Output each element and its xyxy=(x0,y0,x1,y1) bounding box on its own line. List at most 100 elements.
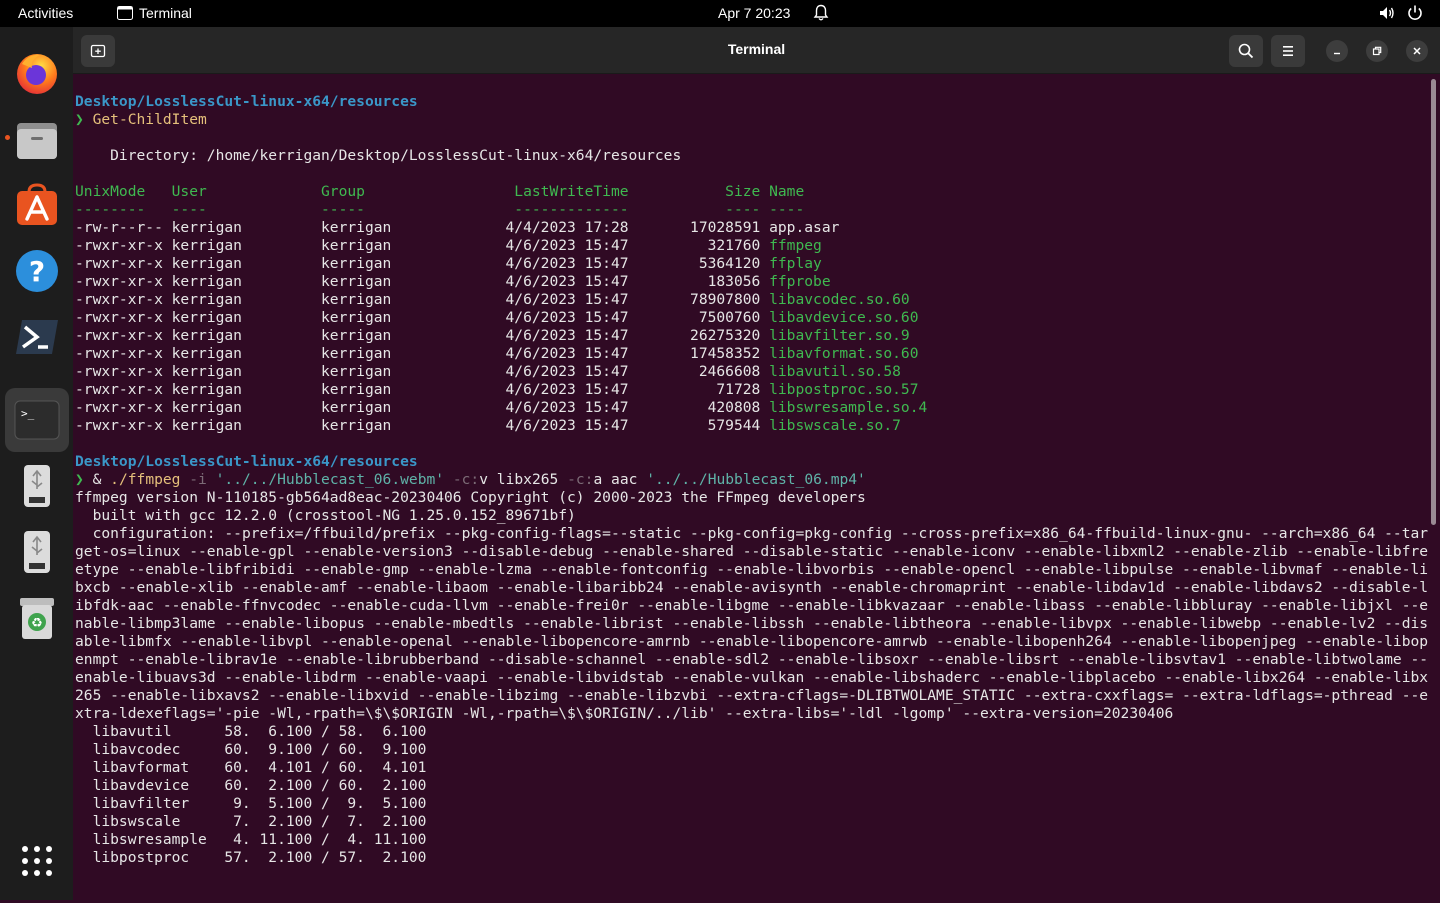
library-version-line: libswscale 7. 2.100 / 7. 2.100 xyxy=(75,813,427,830)
library-version-line: libavutil 58. 6.100 / 58. 6.100 xyxy=(75,723,427,740)
library-version-line: libavfilter 9. 5.100 / 9. 5.100 xyxy=(75,795,427,812)
file-row: -rwxr-xr-x kerrigan kerrigan 4/6/2023 15… xyxy=(75,255,1430,273)
app-menu-label: Terminal xyxy=(139,5,192,21)
file-name: ffmpeg xyxy=(769,237,822,254)
file-name: libavfilter.so.9 xyxy=(769,327,910,344)
file-row: -rwxr-xr-x kerrigan kerrigan 4/6/2023 15… xyxy=(75,291,1430,309)
file-meta: -rwxr-xr-x kerrigan kerrigan 4/6/2023 15… xyxy=(75,327,770,344)
file-name: app.asar xyxy=(769,219,840,236)
scrollbar[interactable] xyxy=(1431,79,1436,525)
terminal-app-icon xyxy=(117,6,133,20)
file-name: libswscale.so.7 xyxy=(769,417,901,434)
usb-drive-icon[interactable] xyxy=(5,454,69,518)
file-meta: -rwxr-xr-x kerrigan kerrigan 4/6/2023 15… xyxy=(75,363,770,380)
file-name: ffprobe xyxy=(769,273,831,290)
directory-line: Directory: /home/kerrigan/Desktop/Lossle… xyxy=(75,147,682,164)
file-row: -rwxr-xr-x kerrigan kerrigan 4/6/2023 15… xyxy=(75,309,1430,327)
powershell-icon[interactable] xyxy=(5,305,69,369)
dock: ? >_ ♻ xyxy=(0,27,73,900)
file-meta: -rwxr-xr-x kerrigan kerrigan 4/6/2023 15… xyxy=(75,273,770,290)
terminal-output[interactable]: Desktop/LosslessCut-linux-x64/resources … xyxy=(75,93,1430,903)
file-meta: -rwxr-xr-x kerrigan kerrigan 4/6/2023 15… xyxy=(75,417,770,434)
file-row: -rwxr-xr-x kerrigan kerrigan 4/6/2023 15… xyxy=(75,327,1430,345)
cmd-flag-i: -i xyxy=(180,471,216,488)
file-row: -rwxr-xr-x kerrigan kerrigan 4/6/2023 15… xyxy=(75,417,1430,435)
file-meta: -rw-r--r-- kerrigan kerrigan 4/4/2023 17… xyxy=(75,219,770,236)
library-version-line: libavdevice 60. 2.100 / 60. 2.100 xyxy=(75,777,427,794)
power-icon[interactable] xyxy=(1407,4,1423,25)
file-row: -rwxr-xr-x kerrigan kerrigan 4/6/2023 15… xyxy=(75,363,1430,381)
library-version-line: libswresample 4. 11.100 / 4. 11.100 xyxy=(75,831,427,848)
file-name: libavutil.so.58 xyxy=(769,363,901,380)
minimize-icon xyxy=(1334,52,1340,55)
search-button[interactable] xyxy=(1229,35,1263,67)
file-listing: -rw-r--r-- kerrigan kerrigan 4/4/2023 17… xyxy=(75,219,1430,435)
cmd-amp: & xyxy=(92,471,111,488)
svg-text:?: ? xyxy=(29,255,45,288)
minimize-button[interactable] xyxy=(1326,40,1348,62)
trash-icon[interactable]: ♻ xyxy=(5,586,69,650)
cmd-ca-value: a aac xyxy=(593,471,647,488)
cmd-cv-value: v libx265 xyxy=(479,471,568,488)
cmd-flag-cv: -c: xyxy=(444,471,480,488)
file-name: libpostproc.so.57 xyxy=(769,381,919,398)
file-name: libswresample.so.4 xyxy=(769,399,928,416)
menu-button[interactable] xyxy=(1271,35,1305,67)
file-meta: -rwxr-xr-x kerrigan kerrigan 4/6/2023 15… xyxy=(75,399,770,416)
svg-text:♻: ♻ xyxy=(31,616,43,631)
activities-button[interactable]: Activities xyxy=(18,5,73,21)
show-apps-grid-icon[interactable] xyxy=(5,829,69,893)
file-name: libavdevice.so.60 xyxy=(769,309,919,326)
file-row: -rwxr-xr-x kerrigan kerrigan 4/6/2023 15… xyxy=(75,381,1430,399)
command-line: ❯ Get-ChildItem xyxy=(75,111,1430,129)
library-versions: libavutil 58. 6.100 / 58. 6.100 libavcod… xyxy=(75,723,1430,867)
help-icon[interactable]: ? xyxy=(5,239,69,303)
top-bar: Activities Terminal Apr 7 20:23 xyxy=(0,0,1440,27)
firefox-icon[interactable] xyxy=(5,41,69,105)
hamburger-menu-icon xyxy=(1283,46,1293,56)
command-line: ❯ & ./ffmpeg -i '../../Hubblecast_06.web… xyxy=(75,471,1430,489)
title-bar[interactable]: Terminal xyxy=(73,27,1440,74)
file-row: -rwxr-xr-x kerrigan kerrigan 4/6/2023 15… xyxy=(75,237,1430,255)
library-version-line: libpostproc 57. 2.100 / 57. 2.100 xyxy=(75,849,427,866)
notification-bell-icon[interactable] xyxy=(813,4,829,25)
volume-icon[interactable] xyxy=(1378,4,1396,25)
terminal-icon[interactable]: >_ xyxy=(5,388,69,452)
prompt-path: Desktop/LosslessCut-linux-x64/resources xyxy=(75,93,418,110)
usb-drive-icon-2[interactable] xyxy=(5,520,69,584)
listing-header: UnixMode User Group LastWriteTime Size N… xyxy=(75,183,805,200)
clock[interactable]: Apr 7 20:23 xyxy=(718,5,790,21)
cmd-input-file: '../../Hubblecast_06.webm' xyxy=(215,471,445,488)
file-meta: -rwxr-xr-x kerrigan kerrigan 4/6/2023 15… xyxy=(75,309,770,326)
file-name: ffplay xyxy=(769,255,822,272)
listing-header-underline: -------- ---- ----- ------------- ---- -… xyxy=(75,201,805,218)
library-version-line: libavcodec 60. 9.100 / 60. 9.100 xyxy=(75,741,427,758)
version-line: ffmpeg version N-110185-gb564ad8eac-2023… xyxy=(75,489,866,506)
file-meta: -rwxr-xr-x kerrigan kerrigan 4/6/2023 15… xyxy=(75,237,770,254)
cmd-flag-ca: -c: xyxy=(567,471,594,488)
close-icon xyxy=(1413,47,1421,55)
cmd-exe: ./ffmpeg xyxy=(110,471,181,488)
file-meta: -rwxr-xr-x kerrigan kerrigan 4/6/2023 15… xyxy=(75,255,770,272)
prompt-path: Desktop/LosslessCut-linux-x64/resources xyxy=(75,453,418,470)
configuration-text: configuration: --prefix=/ffbuild/prefix … xyxy=(75,525,1429,722)
terminal-window: Terminal Desktop/LosslessCut-linux-x64/r… xyxy=(73,27,1440,900)
maximize-button[interactable] xyxy=(1366,40,1388,62)
library-version-line: libavformat 60. 4.101 / 60. 4.101 xyxy=(75,759,427,776)
prompt-symbol: ❯ xyxy=(75,471,84,488)
file-row: -rwxr-xr-x kerrigan kerrigan 4/6/2023 15… xyxy=(75,399,1430,417)
file-name: libavformat.so.60 xyxy=(769,345,919,362)
svg-text:>_: >_ xyxy=(21,407,35,420)
file-row: -rwxr-xr-x kerrigan kerrigan 4/6/2023 15… xyxy=(75,273,1430,291)
restore-icon xyxy=(1372,46,1382,56)
search-icon xyxy=(1238,43,1254,59)
app-menu[interactable]: Terminal xyxy=(117,5,192,21)
file-row: -rwxr-xr-x kerrigan kerrigan 4/6/2023 15… xyxy=(75,345,1430,363)
files-icon[interactable] xyxy=(5,107,69,171)
close-button[interactable] xyxy=(1406,40,1428,62)
ubuntu-software-icon[interactable] xyxy=(5,173,69,237)
file-meta: -rwxr-xr-x kerrigan kerrigan 4/6/2023 15… xyxy=(75,381,770,398)
